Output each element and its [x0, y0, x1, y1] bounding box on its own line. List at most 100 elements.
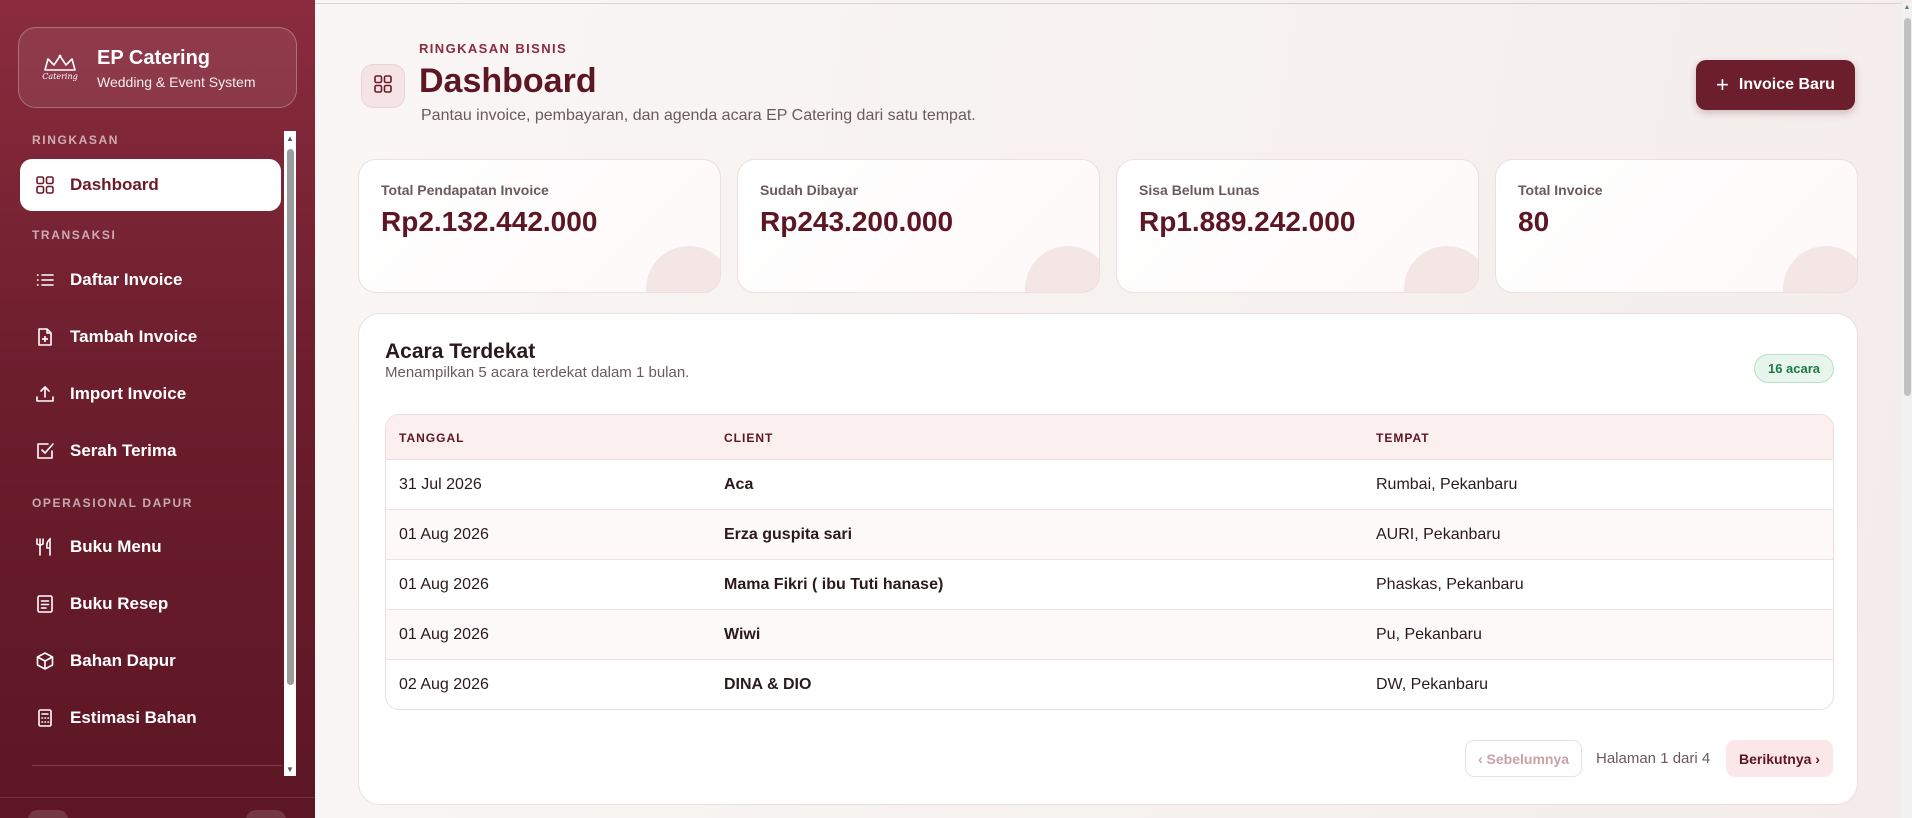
brand-logo: Catering: [41, 49, 79, 87]
sidebar-footer-control[interactable]: [246, 810, 286, 818]
table-header: TANGGAL CLIENT TEMPAT: [386, 415, 1833, 460]
sidebar-item-label: Bahan Dapur: [70, 651, 176, 670]
page-title: Dashboard: [419, 62, 597, 100]
calculator-icon: [34, 707, 56, 729]
panel-subtitle: Menampilkan 5 acara terdekat dalam 1 bul…: [385, 364, 690, 381]
table-row[interactable]: 01 Aug 2026 Wiwi Pu, Pekanbaru: [386, 610, 1833, 660]
event-client: Aca: [724, 476, 754, 493]
column-header-client: CLIENT: [724, 431, 774, 445]
sidebar-item-buku-resep[interactable]: Buku Resep: [20, 578, 281, 630]
card-decoration: [1025, 246, 1099, 292]
event-date: 02 Aug 2026: [399, 676, 489, 693]
grid-icon: [373, 74, 393, 99]
scroll-up-arrow-icon[interactable]: ▲: [285, 134, 295, 144]
pagination-prev-button[interactable]: ‹ Sebelumnya: [1465, 740, 1582, 777]
sidebar-item-dashboard[interactable]: Dashboard: [20, 159, 281, 211]
sidebar-item-label: Buku Resep: [70, 594, 169, 613]
sidebar-item-import-invoice[interactable]: Import Invoice: [20, 368, 281, 420]
check-square-icon: [34, 440, 56, 462]
pagination-info: Halaman 1 dari 4: [1596, 750, 1711, 767]
stat-value: Rp2.132.442.000: [381, 206, 598, 237]
sidebar-item-serah-terima[interactable]: Serah Terima: [20, 425, 281, 477]
sidebar-item-label: Tambah Invoice: [70, 327, 198, 346]
sidebar-item-tambah-invoice[interactable]: Tambah Invoice: [20, 311, 281, 363]
box-icon: [34, 650, 56, 672]
stat-card-sisa-belum-lunas: Sisa Belum Lunas Rp1.889.242.000: [1116, 159, 1479, 293]
sidebar-item-label: Buku Menu: [70, 537, 162, 556]
event-place: Rumbai, Pekanbaru: [1376, 476, 1518, 493]
recipe-book-icon: [34, 593, 56, 615]
table-row[interactable]: 01 Aug 2026 Erza guspita sari AURI, Peka…: [386, 510, 1833, 560]
event-client: DINA & DIO: [724, 676, 812, 693]
event-count-badge: 16 acara: [1754, 354, 1834, 383]
panel-title: Acara Terdekat: [385, 340, 536, 363]
stat-card-total-pendapatan: Total Pendapatan Invoice Rp2.132.442.000: [358, 159, 721, 293]
nav-section-transaksi: TRANSAKSI: [32, 228, 117, 242]
page-eyebrow: RINGKASAN BISNIS: [419, 41, 568, 56]
brand-title: EP Catering: [97, 46, 210, 69]
sidebar-item-buku-menu[interactable]: Buku Menu: [20, 521, 281, 573]
new-invoice-button[interactable]: + Invoice Baru: [1696, 60, 1855, 110]
sidebar-item-label: Import Invoice: [70, 384, 187, 403]
stat-label: Sisa Belum Lunas: [1139, 182, 1260, 198]
page-scroll-thumb[interactable]: [1904, 18, 1911, 396]
column-header-tempat: TEMPAT: [1376, 431, 1430, 445]
sidebar: Catering EP Catering Wedding & Event Sys…: [0, 0, 315, 818]
card-decoration: [1404, 246, 1478, 292]
stat-label: Total Invoice: [1518, 182, 1603, 198]
new-invoice-label: Invoice Baru: [1738, 76, 1835, 93]
stat-label: Sudah Dibayar: [760, 182, 859, 198]
page-header-icon: [361, 64, 405, 108]
sidebar-nav: RINGKASAN Dashboard TRANSAKSI Daftar Inv…: [0, 125, 288, 765]
event-place: Pu, Pekanbaru: [1376, 626, 1482, 643]
event-date: 01 Aug 2026: [399, 526, 489, 543]
grid-icon: [34, 174, 56, 196]
stat-value: Rp243.200.000: [760, 206, 954, 237]
event-place: Phaskas, Pekanbaru: [1376, 576, 1524, 593]
sidebar-divider: [32, 765, 282, 766]
sidebar-item-label: Daftar Invoice: [70, 270, 183, 289]
card-decoration: [1783, 246, 1857, 292]
upload-icon: [34, 383, 56, 405]
sidebar-item-estimasi-bahan[interactable]: Estimasi Bahan: [20, 692, 281, 744]
event-place: AURI, Pekanbaru: [1376, 526, 1501, 543]
sidebar-divider: [0, 797, 315, 798]
sidebar-item-daftar-invoice[interactable]: Daftar Invoice: [20, 254, 281, 306]
page-subtitle: Pantau invoice, pembayaran, dan agenda a…: [421, 107, 976, 124]
top-divider: [315, 3, 1912, 4]
event-date: 01 Aug 2026: [399, 626, 489, 643]
stat-card-sudah-dibayar: Sudah Dibayar Rp243.200.000: [737, 159, 1100, 293]
table-row[interactable]: 31 Jul 2026 Aca Rumbai, Pekanbaru: [386, 460, 1833, 510]
event-date: 01 Aug 2026: [399, 576, 489, 593]
card-decoration: [646, 246, 720, 292]
scroll-down-arrow-icon[interactable]: ▼: [285, 765, 295, 775]
sidebar-footer-control[interactable]: [28, 810, 68, 818]
pagination-next-button[interactable]: Berikutnya ›: [1726, 740, 1833, 777]
sidebar-item-label: Estimasi Bahan: [70, 708, 197, 727]
sidebar-item-bahan-dapur[interactable]: Bahan Dapur: [20, 635, 281, 687]
event-date: 31 Jul 2026: [399, 476, 482, 493]
stat-label: Total Pendapatan Invoice: [381, 182, 549, 198]
event-client: Wiwi: [724, 626, 761, 643]
file-plus-icon: [34, 326, 56, 348]
event-client: Erza guspita sari: [724, 526, 853, 543]
sidebar-item-label: Dashboard: [70, 175, 159, 194]
utensils-icon: [34, 536, 56, 558]
sidebar-item-label: Serah Terima: [70, 441, 177, 460]
column-header-tanggal: TANGGAL: [399, 431, 465, 445]
page-scroll-up-icon[interactable]: ▲: [1903, 4, 1911, 11]
table-row[interactable]: 02 Aug 2026 DINA & DIO DW, Pekanbaru: [386, 660, 1833, 709]
nav-section-operasional-dapur: OPERASIONAL DAPUR: [32, 496, 193, 510]
event-place: DW, Pekanbaru: [1376, 676, 1489, 693]
brand-card[interactable]: Catering EP Catering Wedding & Event Sys…: [18, 27, 297, 108]
stat-card-total-invoice: Total Invoice 80: [1495, 159, 1858, 293]
sidebar-scroll-thumb[interactable]: [287, 149, 294, 685]
table-row[interactable]: 01 Aug 2026 Mama Fikri ( ibu Tuti hanase…: [386, 560, 1833, 610]
brand-subtitle: Wedding & Event System: [97, 73, 256, 90]
events-table: TANGGAL CLIENT TEMPAT 31 Jul 2026 Aca Ru…: [385, 414, 1834, 710]
stat-value: Rp1.889.242.000: [1139, 206, 1356, 237]
crown-icon: [44, 54, 76, 71]
plus-icon: +: [1716, 72, 1729, 97]
event-client: Mama Fikri ( ibu Tuti hanase): [724, 576, 944, 593]
upcoming-events-panel: Acara Terdekat Menampilkan 5 acara terde…: [358, 313, 1858, 805]
